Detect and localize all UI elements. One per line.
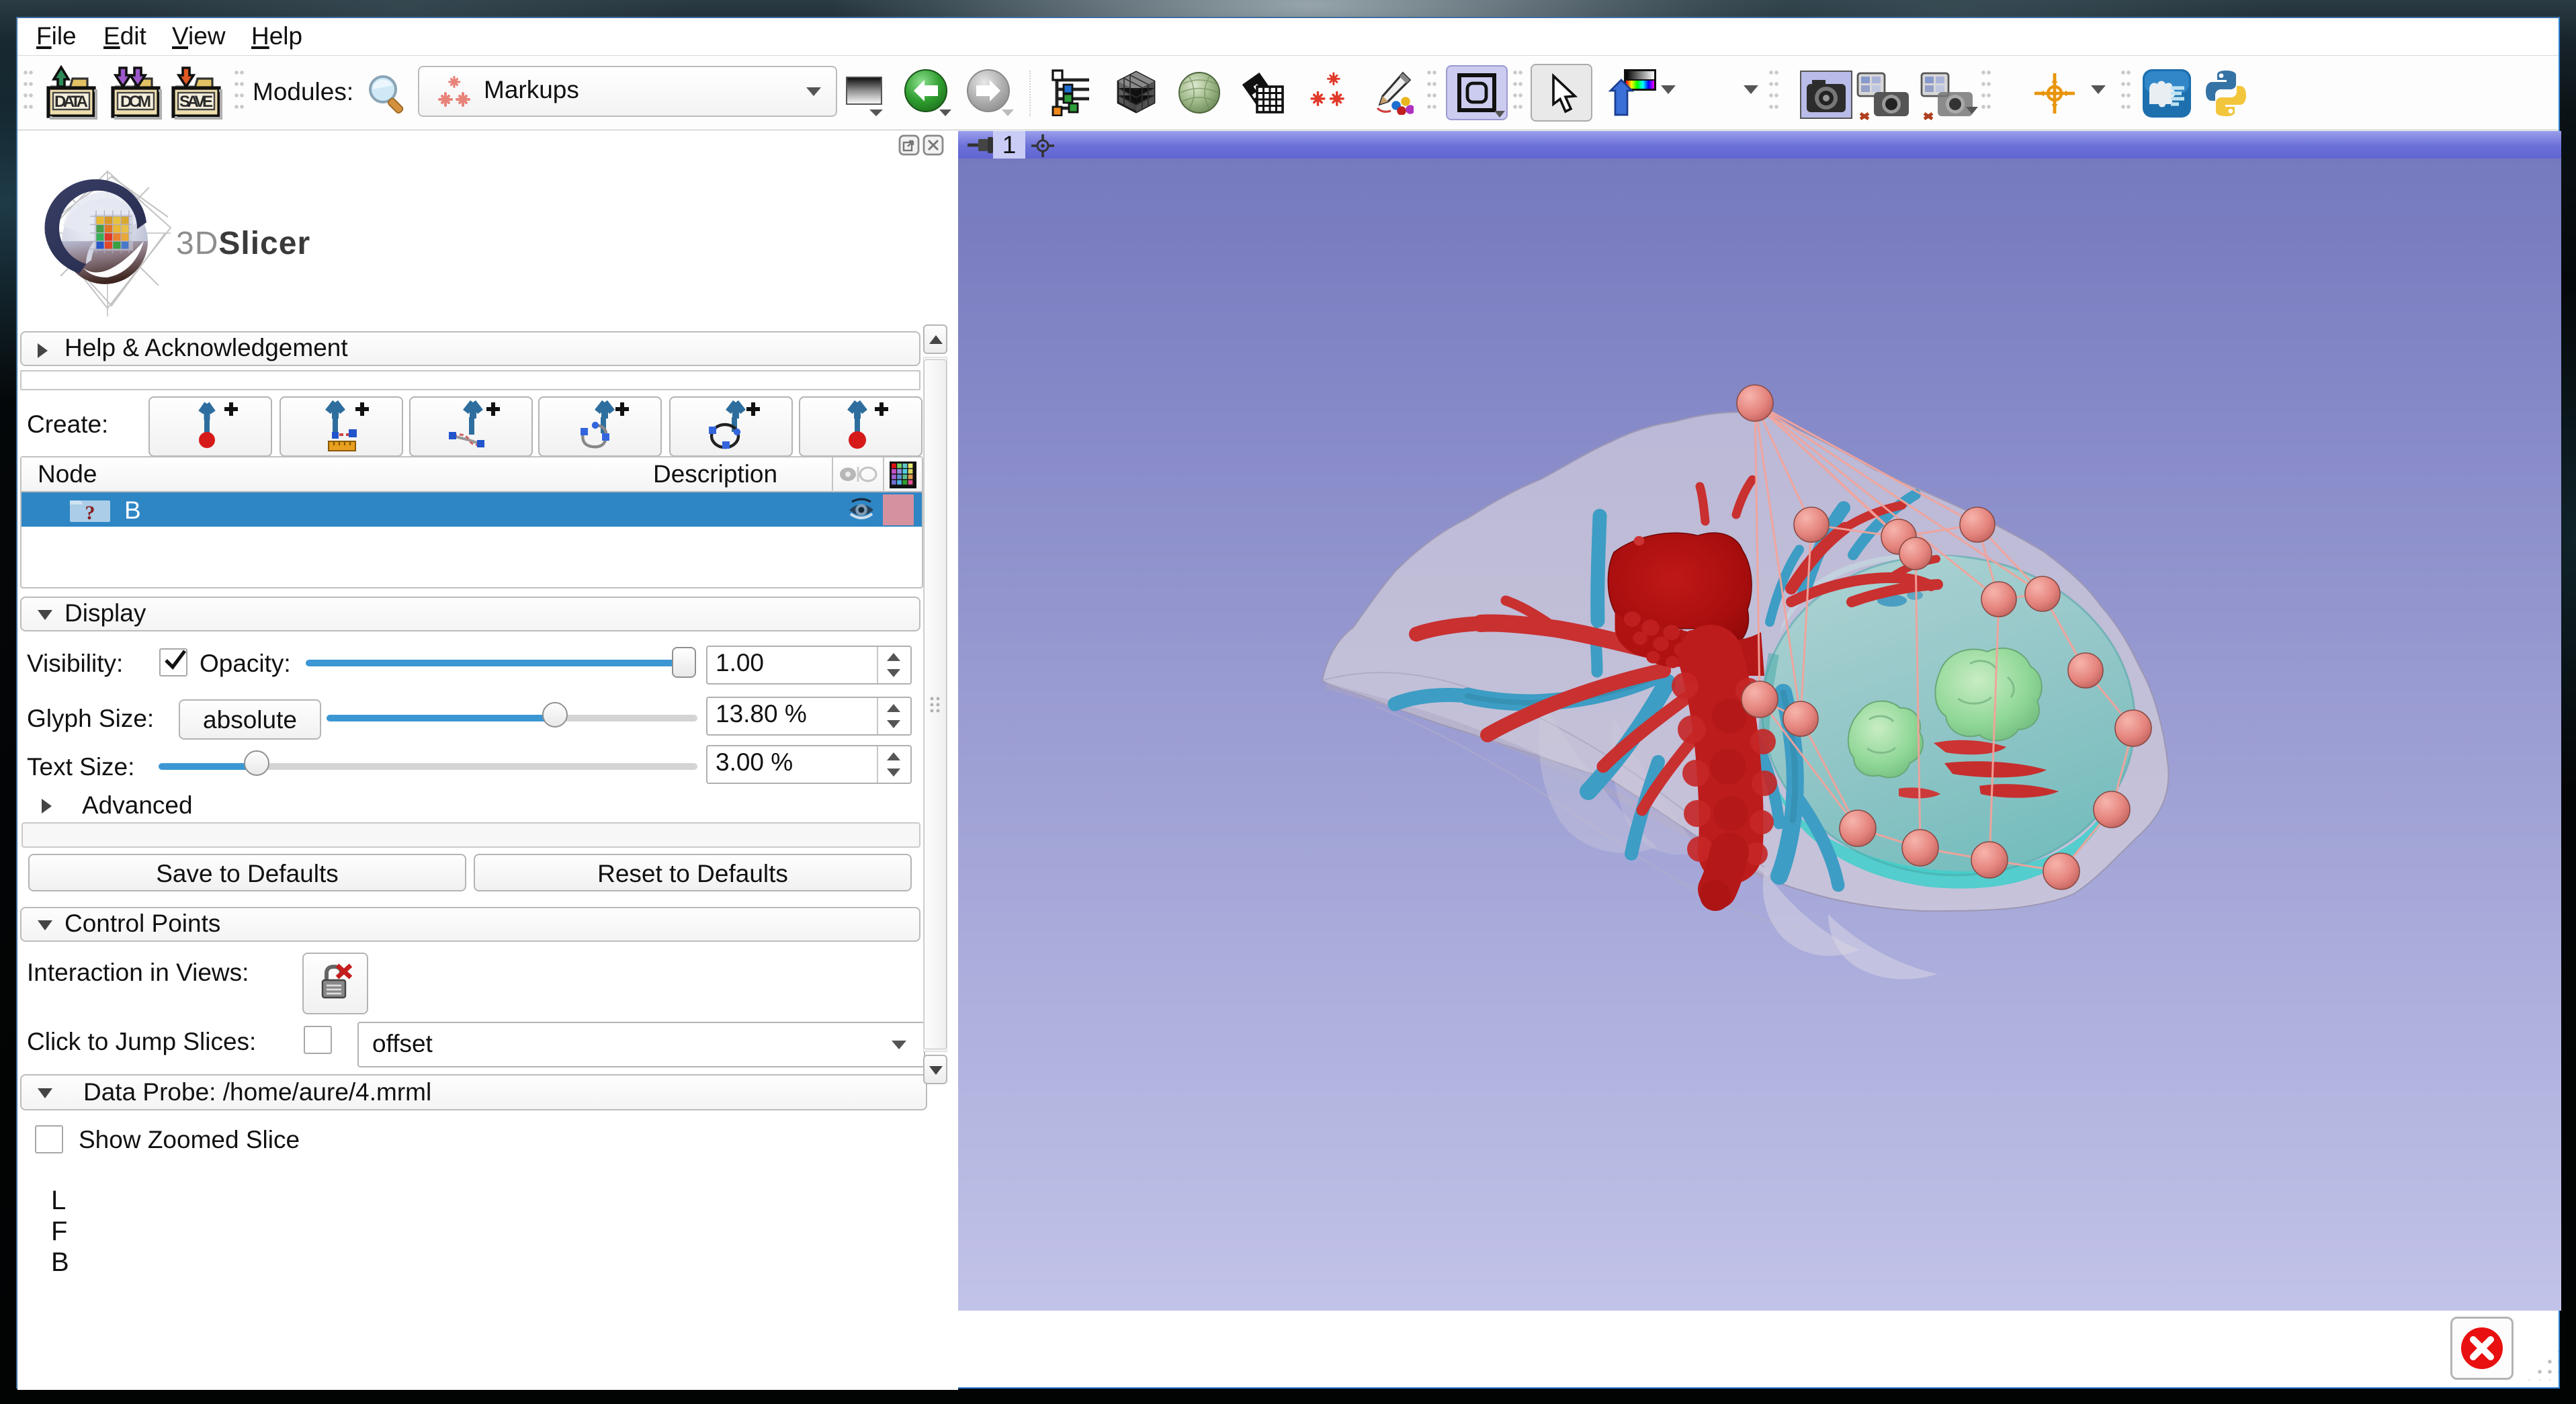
svg-text:DATA: DATA [54, 93, 88, 111]
svg-text:SAVE: SAVE [179, 93, 213, 111]
svg-text:?: ? [85, 502, 95, 523]
svg-text:DCM: DCM [120, 93, 151, 111]
